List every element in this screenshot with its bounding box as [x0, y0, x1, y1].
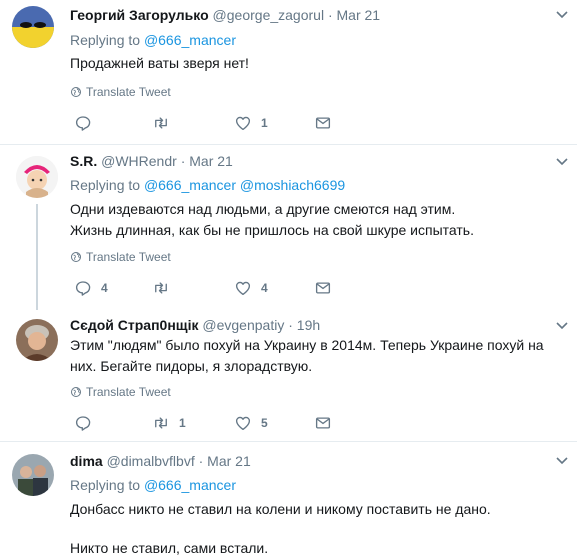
retweet-icon — [152, 114, 170, 132]
avatar[interactable] — [16, 319, 58, 361]
tweet-evgenpatiy[interactable]: Сєдой Страп0нщік @evgenpatiy · 19h Этим … — [0, 310, 577, 441]
avatar[interactable] — [12, 6, 54, 48]
display-name[interactable]: dima — [70, 453, 103, 469]
direct-message-button[interactable] — [314, 413, 332, 433]
translate-tweet-link[interactable]: Translate Tweet — [70, 85, 171, 99]
handle[interactable]: @dimalbvflbvf — [107, 453, 195, 469]
reply-button[interactable] — [74, 413, 101, 433]
avatar-image — [16, 319, 58, 361]
like-count: 4 — [261, 281, 268, 295]
tweet-actions: 1 — [74, 113, 344, 133]
reply-count: 4 — [101, 281, 108, 295]
translate-tweet-link[interactable]: Translate Tweet — [70, 250, 171, 264]
mention-link[interactable]: @666_mancer — [144, 477, 236, 493]
direct-message-button[interactable] — [314, 113, 332, 133]
globe-icon — [70, 86, 82, 98]
timestamp[interactable]: 19h — [297, 317, 320, 333]
mention-link[interactable]: @moshiach6699 — [240, 177, 345, 193]
tweet-text: Этим "людям" было похуй на Украину в 201… — [70, 337, 544, 374]
dot-separator: · — [198, 453, 204, 469]
direct-message-icon — [314, 114, 332, 132]
translate-tweet-link[interactable]: Translate Tweet — [70, 385, 171, 399]
display-name[interactable]: S.R. — [70, 153, 97, 169]
chevron-down-icon[interactable] — [556, 10, 568, 20]
globe-icon — [70, 386, 82, 398]
replying-to: Replying to @666_mancer — [70, 32, 236, 48]
timestamp[interactable]: Mar 21 — [189, 153, 233, 169]
direct-message-icon — [314, 279, 332, 297]
mention-link[interactable]: @666_mancer — [144, 177, 236, 193]
avatar-image — [12, 454, 54, 496]
chevron-down-icon[interactable] — [556, 321, 568, 331]
tweet-header: Георгий Загорулько @george_zagorul · Mar… — [70, 6, 380, 24]
avatar-image — [16, 156, 58, 198]
dot-separator: · — [327, 7, 333, 23]
globe-icon — [70, 251, 82, 263]
tweet-dimalbvflbvf[interactable]: dima @dimalbvflbvf · Mar 21 Replying to … — [0, 442, 577, 560]
tweet-whrendr[interactable]: S.R. @WHRendr · Mar 21 Replying to @666_… — [0, 145, 577, 310]
retweet-icon — [152, 414, 170, 432]
avatar-image — [12, 6, 54, 48]
tweet-text: Донбасс никто не ставил на колени и нико… — [70, 501, 491, 517]
tweet-text-paragraph: Никто не ставил, сами встали. — [70, 540, 269, 556]
replying-to-label: Replying to — [70, 477, 141, 493]
reply-button[interactable] — [74, 113, 101, 133]
retweet-button[interactable]: 1 — [152, 413, 186, 433]
like-button[interactable]: 4 — [234, 278, 268, 298]
replying-to: Replying to @666_mancer — [70, 477, 236, 493]
direct-message-icon — [314, 414, 332, 432]
tweet-actions: 1 5 — [74, 413, 344, 433]
dot-separator: · — [180, 153, 186, 169]
timestamp[interactable]: Mar 21 — [337, 7, 381, 23]
like-icon — [234, 414, 252, 432]
replying-to-label: Replying to — [70, 32, 141, 48]
tweet-header: dima @dimalbvflbvf · Mar 21 — [70, 452, 251, 470]
display-name[interactable]: Георгий Загорулько — [70, 7, 209, 23]
handle[interactable]: @george_zagorul — [213, 7, 325, 23]
like-button[interactable]: 5 — [234, 413, 268, 433]
reply-icon — [74, 114, 92, 132]
tweet-george-zagorul[interactable]: Георгий Загорулько @george_zagorul · Mar… — [0, 0, 577, 144]
chevron-down-icon[interactable] — [556, 456, 568, 466]
retweet-button[interactable] — [152, 113, 179, 133]
replying-to: Replying to @666_mancer @moshiach6699 — [70, 177, 345, 193]
reply-button[interactable]: 4 — [74, 278, 108, 298]
handle[interactable]: @WHRendr — [101, 153, 177, 169]
translate-label: Translate Tweet — [86, 85, 171, 99]
tweet-header: Сєдой Страп0нщік @evgenpatiy · 19h — [70, 316, 320, 334]
like-count: 5 — [261, 416, 268, 430]
avatar[interactable] — [12, 454, 54, 496]
tweet-actions: 4 4 — [74, 278, 344, 298]
tweet-text: Продажней ваты зверя нет! — [70, 55, 249, 71]
reply-icon — [74, 279, 92, 297]
retweet-count: 1 — [179, 416, 186, 430]
translate-label: Translate Tweet — [86, 385, 171, 399]
tweet-text: Одни издеваются над людьми, а другие сме… — [70, 201, 474, 238]
translate-label: Translate Tweet — [86, 250, 171, 264]
mention-link[interactable]: @666_mancer — [144, 32, 236, 48]
display-name[interactable]: Сєдой Страп0нщік — [70, 317, 199, 333]
like-icon — [234, 114, 252, 132]
timestamp[interactable]: Mar 21 — [207, 453, 251, 469]
replying-to-label: Replying to — [70, 177, 141, 193]
dot-separator: · — [288, 317, 293, 333]
chevron-down-icon[interactable] — [556, 157, 568, 167]
handle[interactable]: @evgenpatiy — [202, 317, 284, 333]
avatar[interactable] — [16, 156, 58, 198]
tweet-header: S.R. @WHRendr · Mar 21 — [70, 152, 233, 170]
like-count: 1 — [261, 116, 268, 130]
retweet-button[interactable] — [152, 278, 179, 298]
like-button[interactable]: 1 — [234, 113, 268, 133]
direct-message-button[interactable] — [314, 278, 332, 298]
reply-icon — [74, 414, 92, 432]
retweet-icon — [152, 279, 170, 297]
like-icon — [234, 279, 252, 297]
